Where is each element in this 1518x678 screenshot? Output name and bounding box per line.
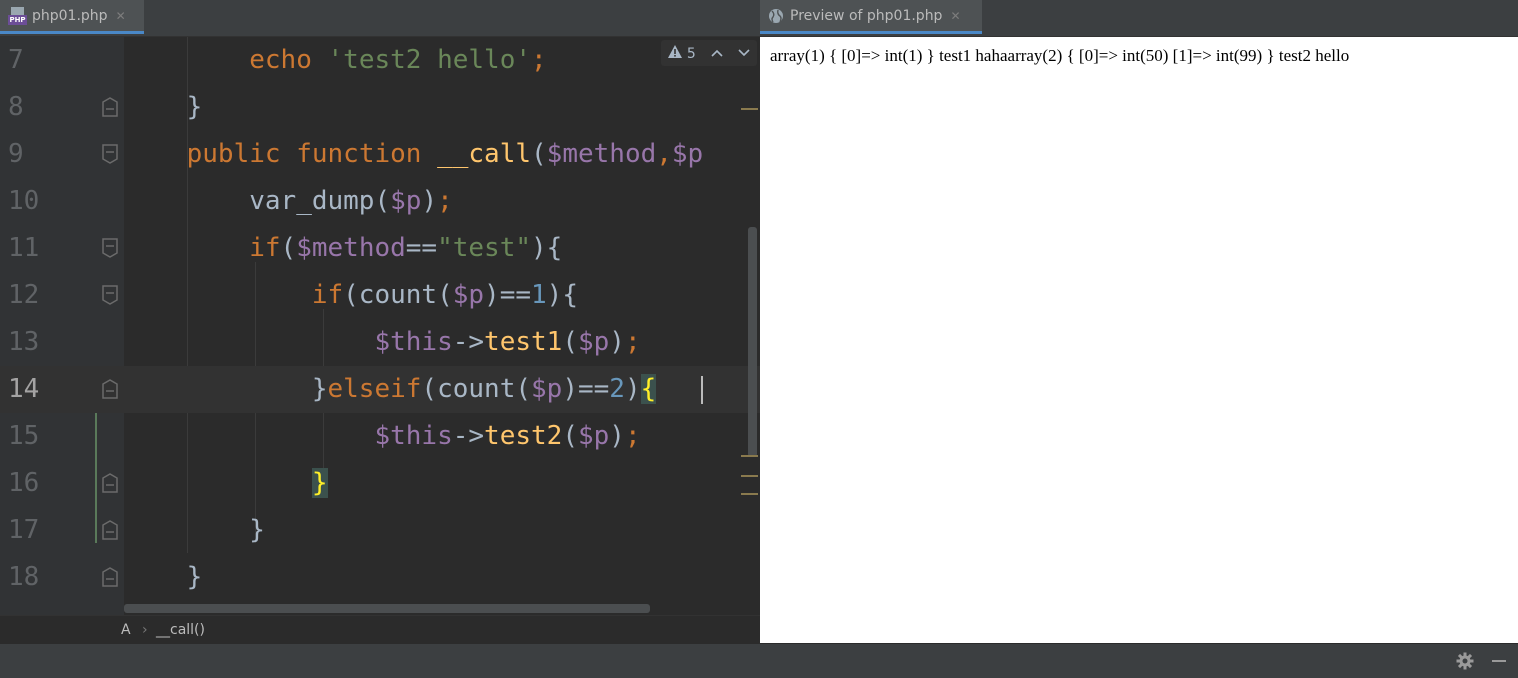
tab-label: Preview of php01.php <box>790 7 943 24</box>
code-line: 9 public function __call($method,$p <box>0 131 760 178</box>
line-number: 16 <box>8 468 40 498</box>
fold-icon[interactable] <box>100 520 120 540</box>
code-text: }elseif(count($p)==2){ <box>311 374 657 404</box>
chevron-up-icon[interactable] <box>711 45 723 61</box>
preview-output: array(1) { [0]=> int(1) } test1 hahaarra… <box>770 46 1350 65</box>
line-number: 17 <box>8 515 40 545</box>
code-line-current: 14 }elseif(count($p)==2){ <box>0 366 760 413</box>
code-line: 7 echo 'test2 hello'; <box>0 37 760 84</box>
code-text: } <box>186 92 203 122</box>
fold-icon[interactable] <box>100 144 120 164</box>
code-text: echo 'test2 hello'; <box>249 45 547 75</box>
php-file-icon: PHP <box>8 6 28 25</box>
code-line: 15 $this->test2($p); <box>0 413 760 460</box>
breadcrumb-method[interactable]: __call() <box>156 622 205 638</box>
fold-icon[interactable] <box>100 238 120 258</box>
line-number: 11 <box>8 233 40 263</box>
error-stripe-marker[interactable] <box>741 493 758 495</box>
code-text: $this->test2($p); <box>374 421 641 451</box>
fold-icon[interactable] <box>100 97 120 117</box>
warning-count: 5 <box>686 45 696 62</box>
code-text: var_dump($p); <box>249 186 453 216</box>
error-stripe-marker[interactable] <box>741 475 758 477</box>
code-text: $this->test1($p); <box>374 327 641 357</box>
horizontal-scrollbar[interactable] <box>124 604 650 613</box>
gear-icon[interactable] <box>1456 652 1474 670</box>
line-number: 14 <box>8 374 40 404</box>
vertical-scrollbar[interactable] <box>748 227 757 457</box>
inspections-widget[interactable]: 5 <box>661 40 757 66</box>
line-number: 18 <box>8 562 40 592</box>
line-number: 8 <box>8 92 24 122</box>
code-line: 18 } <box>0 554 760 601</box>
code-line: 17 } <box>0 507 760 554</box>
line-number: 13 <box>8 327 40 357</box>
fold-icon[interactable] <box>100 473 120 493</box>
fold-icon[interactable] <box>100 567 120 587</box>
tab-label: php01.php <box>32 7 108 24</box>
breadcrumb-separator: › <box>142 622 148 638</box>
fold-icon[interactable] <box>100 285 120 305</box>
code-line: 8 } <box>0 84 760 131</box>
error-stripe-marker[interactable] <box>741 455 758 457</box>
line-number: 15 <box>8 421 40 451</box>
line-number: 12 <box>8 280 40 310</box>
code-line: 11 if($method=="test"){ <box>0 225 760 272</box>
close-icon[interactable]: ✕ <box>116 9 126 23</box>
error-stripe-marker[interactable] <box>741 108 758 110</box>
code-line: 12 if(count($p)==1){ <box>0 272 760 319</box>
editor-pane: PHP php01.php ✕ 7 echo 'test2 hello'; 8 … <box>0 0 760 644</box>
preview-pane: Preview of php01.php ✕ array(1) { [0]=> … <box>760 0 1518 643</box>
preview-tab-bar: Preview of php01.php ✕ <box>760 0 1518 37</box>
tab-preview[interactable]: Preview of php01.php ✕ <box>760 0 982 34</box>
breadcrumb: A › __call() <box>0 615 760 644</box>
code-text: if(count($p)==1){ <box>311 280 578 310</box>
code-text: } <box>249 515 265 545</box>
code-text: } <box>186 562 203 592</box>
code-text: } <box>124 460 328 507</box>
warning-icon: 5 <box>668 44 696 62</box>
tab-php01[interactable]: PHP php01.php ✕ <box>0 0 144 34</box>
line-number: 7 <box>8 45 24 75</box>
editor-tab-bar: PHP php01.php ✕ <box>0 0 760 37</box>
matched-brace: } <box>311 468 328 498</box>
code-text: if($method=="test"){ <box>249 233 563 263</box>
code-editor[interactable]: 7 echo 'test2 hello'; 8 } 9 public funct… <box>0 37 760 615</box>
line-number: 9 <box>8 139 24 169</box>
breadcrumb-class[interactable]: A <box>121 622 131 638</box>
fold-icon[interactable] <box>100 379 120 399</box>
code-text: public function __call($method,$p <box>186 139 704 169</box>
code-line: 10 var_dump($p); <box>0 178 760 225</box>
minimize-icon[interactable] <box>1492 660 1506 662</box>
matched-brace: { <box>640 374 657 404</box>
code-line: 16 } <box>0 460 760 507</box>
close-icon[interactable]: ✕ <box>950 9 960 23</box>
line-number: 10 <box>8 186 40 216</box>
globe-icon <box>769 8 783 23</box>
chevron-down-icon[interactable] <box>737 45 750 61</box>
code-line: 13 $this->test1($p); <box>0 319 760 366</box>
status-bar <box>0 643 1518 678</box>
text-caret <box>701 376 703 404</box>
